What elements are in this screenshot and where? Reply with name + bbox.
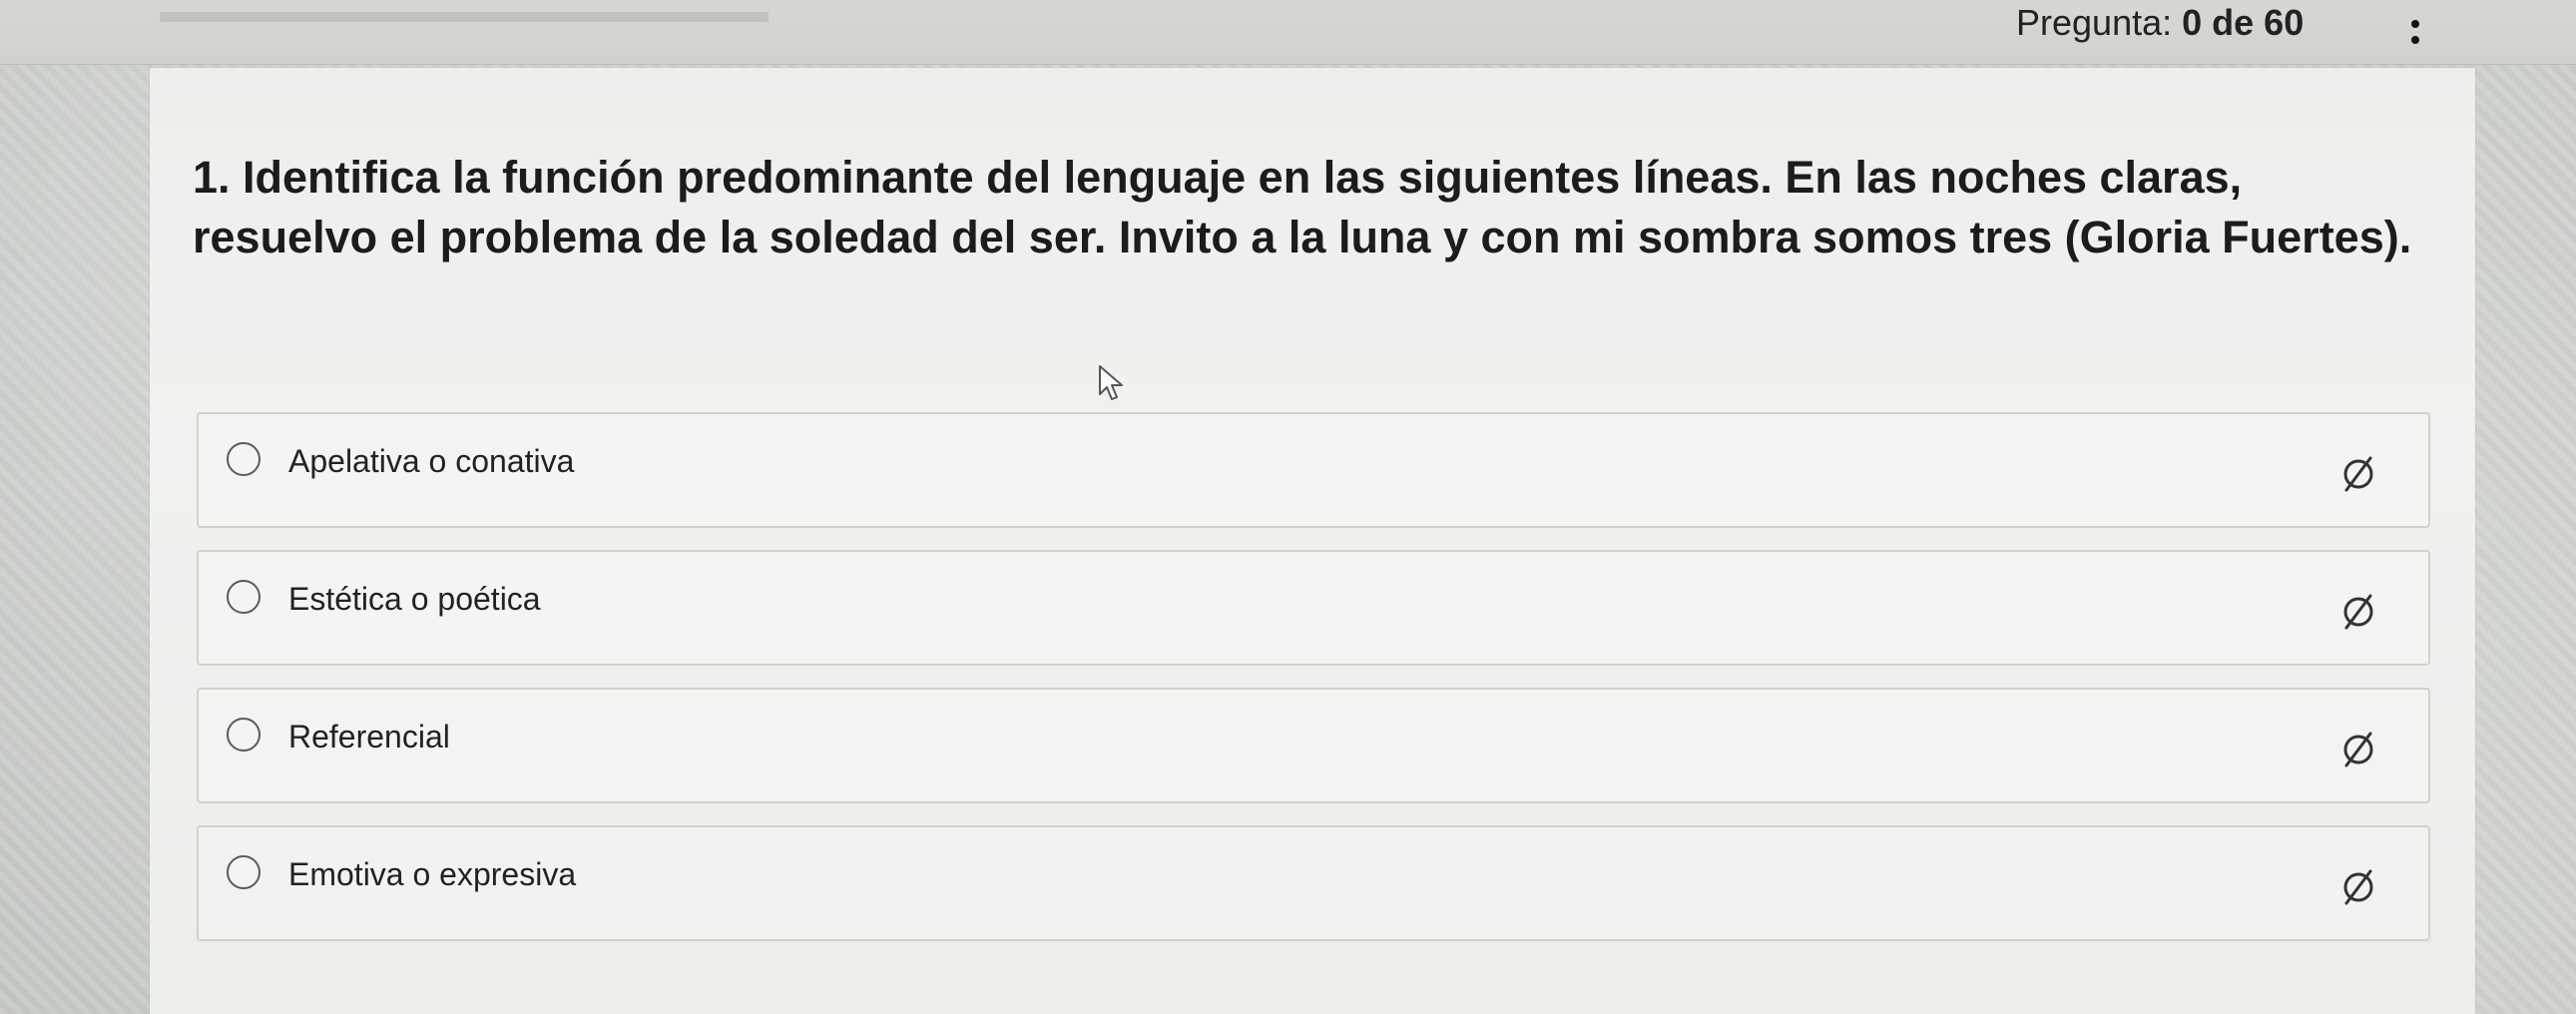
answer-option[interactable]: Emotiva o expresiva bbox=[197, 825, 2430, 941]
vertical-ellipsis-icon bbox=[2411, 20, 2419, 28]
question-text: 1. Identifica la función predominante de… bbox=[193, 152, 2412, 262]
question-card: 1. Identifica la función predominante de… bbox=[150, 68, 2475, 1014]
question-counter-value: 0 de 60 bbox=[2182, 2, 2305, 43]
answer-option[interactable]: Estética o poética bbox=[197, 550, 2430, 666]
answer-option-label: Emotiva o expresiva bbox=[288, 856, 577, 892]
answer-option[interactable]: Referencial bbox=[197, 688, 2430, 803]
strike-through-circle-icon[interactable] bbox=[2338, 592, 2378, 632]
mouse-pointer-icon bbox=[1098, 364, 1128, 404]
question-counter-label: Pregunta: bbox=[2016, 2, 2173, 43]
vertical-ellipsis-icon bbox=[2411, 36, 2419, 44]
progress-bar bbox=[160, 12, 769, 22]
answer-option-label: Estética o poética bbox=[288, 581, 541, 617]
radio-button[interactable] bbox=[227, 718, 260, 752]
answer-option-label: Apelativa o conativa bbox=[288, 443, 575, 479]
strike-through-circle-icon[interactable] bbox=[2338, 454, 2378, 494]
strike-through-circle-icon[interactable] bbox=[2338, 867, 2378, 907]
answer-option-label: Referencial bbox=[288, 719, 450, 755]
radio-button[interactable] bbox=[227, 442, 260, 476]
radio-button[interactable] bbox=[227, 855, 260, 889]
top-bar: Pregunta: 0 de 60 bbox=[0, 0, 2576, 65]
answer-options: Apelativa o conativa Estética o poética … bbox=[197, 412, 2430, 963]
more-options-button[interactable] bbox=[2395, 4, 2435, 60]
answer-option[interactable]: Apelativa o conativa bbox=[197, 412, 2430, 528]
radio-button[interactable] bbox=[227, 580, 260, 614]
question-counter: Pregunta: 0 de 60 bbox=[2016, 2, 2304, 44]
strike-through-circle-icon[interactable] bbox=[2338, 730, 2378, 769]
